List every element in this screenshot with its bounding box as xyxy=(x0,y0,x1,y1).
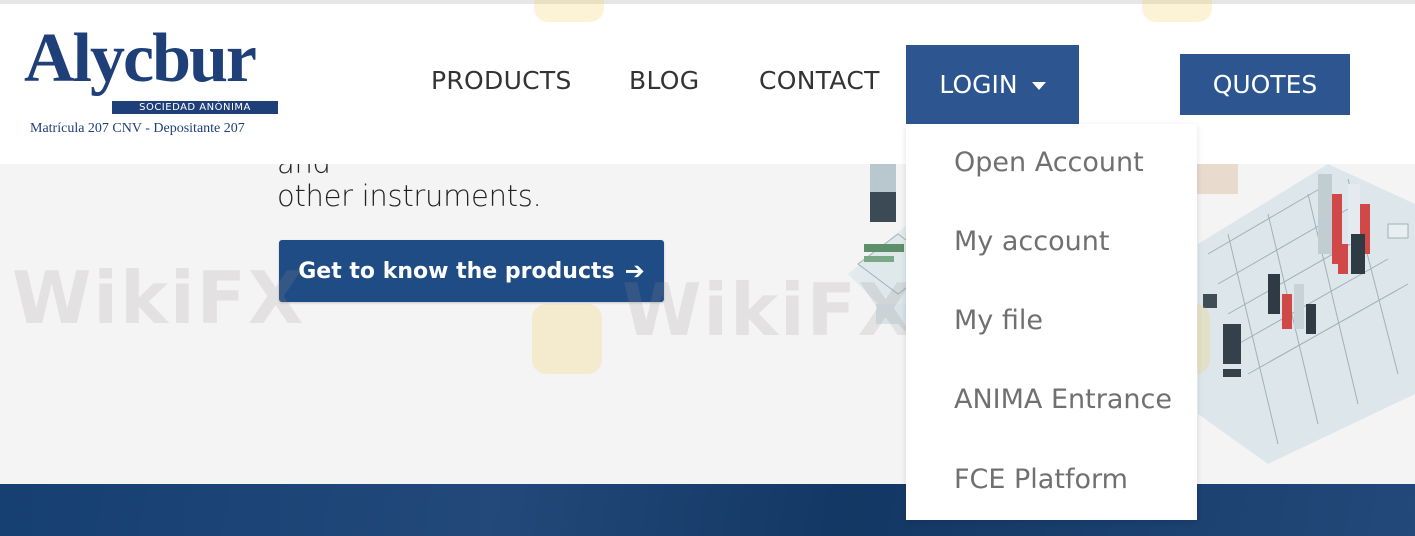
site-header: Alycbur SOCIEDAD ANÓNIMA Matrícula 207 C… xyxy=(0,4,1415,164)
watermark-text: WikiFX xyxy=(12,256,306,340)
caret-down-icon xyxy=(1031,81,1046,90)
footer-band xyxy=(0,484,1415,536)
menu-item-fce-platform[interactable]: FCE Platform xyxy=(954,464,1128,495)
login-label: LOGIN xyxy=(939,70,1018,99)
quotes-button[interactable]: QUOTES xyxy=(1180,54,1350,115)
brand-name: Alycbur xyxy=(24,20,257,97)
nav-blog[interactable]: BLOG xyxy=(629,66,699,95)
menu-item-my-account[interactable]: My account xyxy=(954,226,1109,257)
brand-tagline: SOCIEDAD ANÓNIMA xyxy=(112,101,278,114)
menu-item-anima-entrance[interactable]: ANIMA Entrance xyxy=(954,384,1172,415)
watermark-text: WikiFX xyxy=(622,268,916,352)
brand-registration: Matrícula 207 CNV - Depositante 207 xyxy=(30,121,245,136)
nav-contact[interactable]: CONTACT xyxy=(759,66,880,95)
login-dropdown-button[interactable]: LOGIN xyxy=(906,45,1079,124)
products-cta-button[interactable]: Get to know the products ➔ xyxy=(279,240,664,302)
hero-text-line-1: and xyxy=(277,164,331,180)
watermark-logo-icon xyxy=(1142,0,1212,22)
menu-item-my-file[interactable]: My file xyxy=(954,305,1043,336)
watermark-logo-icon xyxy=(532,304,602,374)
cta-label: Get to know the products xyxy=(298,258,615,284)
footer-shade xyxy=(0,484,1415,536)
nav-products[interactable]: PRODUCTS xyxy=(431,66,572,95)
hero-text-line-2: other instruments. xyxy=(277,179,542,213)
login-dropdown-menu: Open Account My account My file ANIMA En… xyxy=(906,124,1197,520)
hero-section: and other instruments. Get to know the p… xyxy=(0,164,1415,484)
menu-item-open-account[interactable]: Open Account xyxy=(954,147,1144,178)
watermark-logo-icon xyxy=(534,0,604,22)
brand-logo[interactable]: Alycbur SOCIEDAD ANÓNIMA Matrícula 207 C… xyxy=(24,24,284,144)
